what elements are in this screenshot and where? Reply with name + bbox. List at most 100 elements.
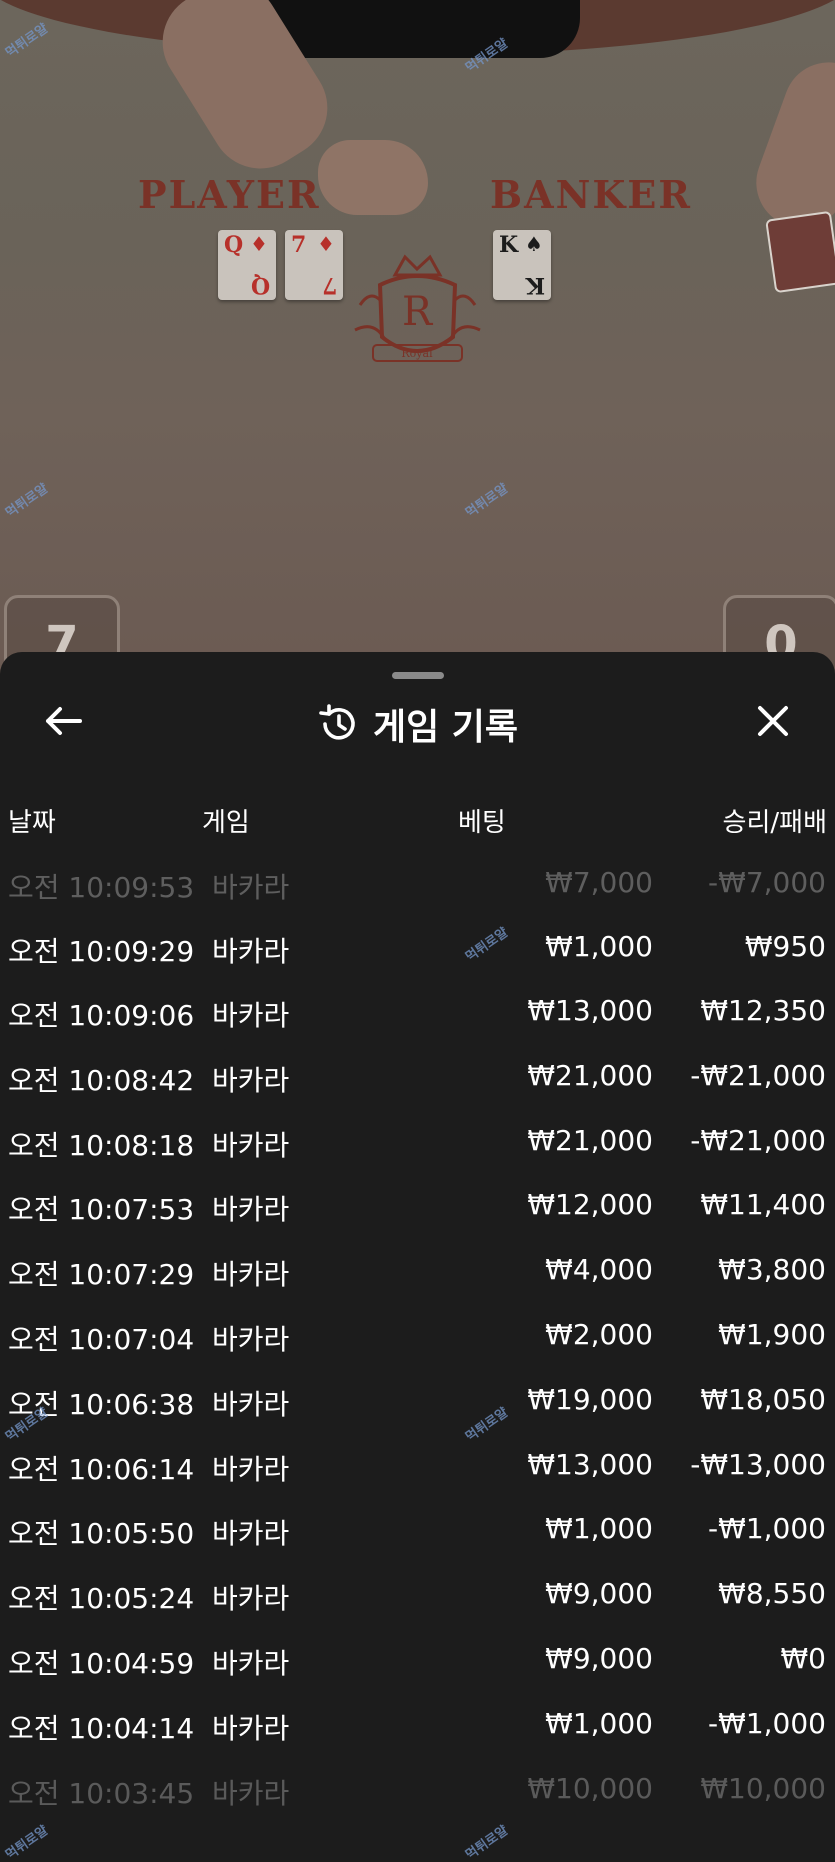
- table-row[interactable]: 오전 10:05:50 바카라 ₩1,000 -₩1,000: [0, 1498, 835, 1562]
- row-result: ₩8,550: [718, 1577, 826, 1610]
- watermark: 먹튀로얄: [3, 481, 51, 522]
- game-history-sheet: 게임 기록 날짜 게임 베팅 승리/패배 오전 10:09:53 바카라 ₩7,…: [0, 652, 835, 1862]
- row-result: ₩11,400: [700, 1188, 826, 1221]
- svg-text:R: R: [402, 289, 434, 335]
- row-date: 오전 10:07:53: [8, 1193, 195, 1226]
- sheet-drag-handle[interactable]: [392, 672, 444, 679]
- table-header: 날짜 게임 베팅 승리/패배: [0, 802, 835, 842]
- sheet-title: 게임 기록: [0, 698, 835, 750]
- history-icon: [319, 704, 355, 740]
- live-video-feed: PLAYER BANKER Q ♦ Q 7 ♦ 7 K ♠ K R Royal …: [0, 0, 835, 690]
- row-bet: ₩10,000: [527, 1772, 653, 1805]
- row-bet: ₩1,000: [545, 930, 653, 963]
- table-row[interactable]: 오전 10:06:38 바카라 ₩19,000 ₩18,050: [0, 1369, 835, 1433]
- close-button[interactable]: [748, 696, 798, 746]
- player-card-1: Q ♦ Q: [218, 230, 276, 300]
- row-date: 오전 10:07:04: [8, 1323, 195, 1356]
- banker-card-1: K ♠ K: [493, 230, 551, 300]
- watermark: 먹튀로얄: [463, 1823, 511, 1862]
- table-row[interactable]: 오전 10:08:42 바카라 ₩21,000 -₩21,000: [0, 1045, 835, 1109]
- table-row[interactable]: 오전 10:07:29 바카라 ₩4,000 ₩3,800: [0, 1239, 835, 1303]
- watermark: 먹튀로얄: [3, 1823, 51, 1862]
- card-deck: [765, 210, 835, 294]
- row-date: 오전 10:05:50: [8, 1517, 195, 1550]
- row-date: 오전 10:09:29: [8, 935, 195, 968]
- close-icon: [758, 706, 788, 736]
- row-game: 바카라: [212, 1453, 290, 1486]
- row-result: -₩21,000: [690, 1124, 826, 1157]
- row-game: 바카라: [212, 1129, 290, 1162]
- row-game: 바카라: [212, 1582, 290, 1615]
- row-bet: ₩9,000: [545, 1642, 653, 1675]
- table-row[interactable]: 오전 10:04:14 바카라 ₩1,000 -₩1,000: [0, 1693, 835, 1757]
- column-header-result: 승리/패배: [722, 808, 827, 838]
- column-header-bet: 베팅: [458, 808, 506, 838]
- dealer-left-hand: [318, 140, 428, 215]
- row-game: 바카라: [212, 1388, 290, 1421]
- row-result: ₩18,050: [700, 1383, 826, 1416]
- svg-text:Royal: Royal: [401, 347, 433, 360]
- row-bet: ₩13,000: [527, 994, 653, 1027]
- row-date: 오전 10:06:14: [8, 1453, 195, 1486]
- row-game: 바카라: [212, 871, 290, 904]
- banker-zone-label: BANKER: [490, 172, 692, 217]
- row-date: 오전 10:08:42: [8, 1064, 195, 1097]
- row-bet: ₩9,000: [545, 1577, 653, 1610]
- row-result: -₩1,000: [708, 1707, 826, 1740]
- row-game: 바카라: [212, 1064, 290, 1097]
- row-result: ₩10,000: [700, 1772, 826, 1805]
- row-date: 오전 10:09:06: [8, 999, 195, 1032]
- table-row[interactable]: 오전 10:03:45 바카라 ₩10,000 ₩10,000: [0, 1758, 835, 1822]
- row-result: -₩7,000: [708, 866, 826, 899]
- page-title: 게임 기록: [372, 707, 518, 748]
- row-result: ₩12,350: [700, 994, 826, 1027]
- table-row[interactable]: 오전 10:09:06 바카라 ₩13,000 ₩12,350: [0, 980, 835, 1044]
- table-row[interactable]: 오전 10:05:24 바카라 ₩9,000 ₩8,550: [0, 1563, 835, 1627]
- row-date: 오전 10:09:53: [8, 871, 195, 904]
- row-game: 바카라: [212, 935, 290, 968]
- row-bet: ₩21,000: [527, 1124, 653, 1157]
- player-zone-label: PLAYER: [138, 172, 321, 217]
- table-row[interactable]: 오전 10:08:18 바카라 ₩21,000 -₩21,000: [0, 1110, 835, 1174]
- row-bet: ₩4,000: [545, 1253, 653, 1286]
- row-game: 바카라: [212, 999, 290, 1032]
- watermark: 먹튀로얄: [463, 481, 511, 522]
- row-date: 오전 10:03:45: [8, 1777, 195, 1810]
- row-game: 바카라: [212, 1517, 290, 1550]
- table-row[interactable]: 오전 10:06:14 바카라 ₩13,000 -₩13,000: [0, 1434, 835, 1498]
- table-row[interactable]: 오전 10:07:53 바카라 ₩12,000 ₩11,400: [0, 1174, 835, 1238]
- table-row[interactable]: 오전 10:04:59 바카라 ₩9,000 ₩0: [0, 1628, 835, 1692]
- row-result: ₩0: [780, 1642, 827, 1675]
- table-row[interactable]: 오전 10:09:53 바카라 ₩7,000 -₩7,000: [0, 852, 835, 916]
- row-date: 오전 10:04:59: [8, 1647, 195, 1680]
- row-result: ₩3,800: [718, 1253, 826, 1286]
- column-header-game: 게임: [202, 808, 250, 838]
- table-row[interactable]: 오전 10:09:29 바카라 ₩1,000 ₩950: [0, 916, 835, 980]
- row-bet: ₩21,000: [527, 1059, 653, 1092]
- row-result: ₩1,900: [718, 1318, 826, 1351]
- row-game: 바카라: [212, 1323, 290, 1356]
- row-bet: ₩1,000: [545, 1512, 653, 1545]
- row-result: -₩1,000: [708, 1512, 826, 1545]
- player-card-2: 7 ♦ 7: [285, 230, 343, 300]
- row-game: 바카라: [212, 1193, 290, 1226]
- row-bet: ₩2,000: [545, 1318, 653, 1351]
- watermark: 먹튀로얄: [3, 21, 51, 62]
- row-game: 바카라: [212, 1258, 290, 1291]
- row-date: 오전 10:05:24: [8, 1582, 195, 1615]
- row-bet: ₩19,000: [527, 1383, 653, 1416]
- row-bet: ₩1,000: [545, 1707, 653, 1740]
- row-game: 바카라: [212, 1647, 290, 1680]
- royal-crest-logo: R Royal: [354, 254, 481, 362]
- row-date: 오전 10:04:14: [8, 1712, 195, 1745]
- row-bet: ₩12,000: [527, 1188, 653, 1221]
- row-game: 바카라: [212, 1712, 290, 1745]
- row-bet: ₩13,000: [527, 1448, 653, 1481]
- row-result: -₩21,000: [690, 1059, 826, 1092]
- sheet-header: 게임 기록: [0, 688, 835, 768]
- table-row[interactable]: 오전 10:07:04 바카라 ₩2,000 ₩1,900: [0, 1304, 835, 1368]
- row-result: -₩13,000: [690, 1448, 826, 1481]
- column-header-date: 날짜: [8, 808, 56, 838]
- row-date: 오전 10:08:18: [8, 1129, 195, 1162]
- row-game: 바카라: [212, 1777, 290, 1810]
